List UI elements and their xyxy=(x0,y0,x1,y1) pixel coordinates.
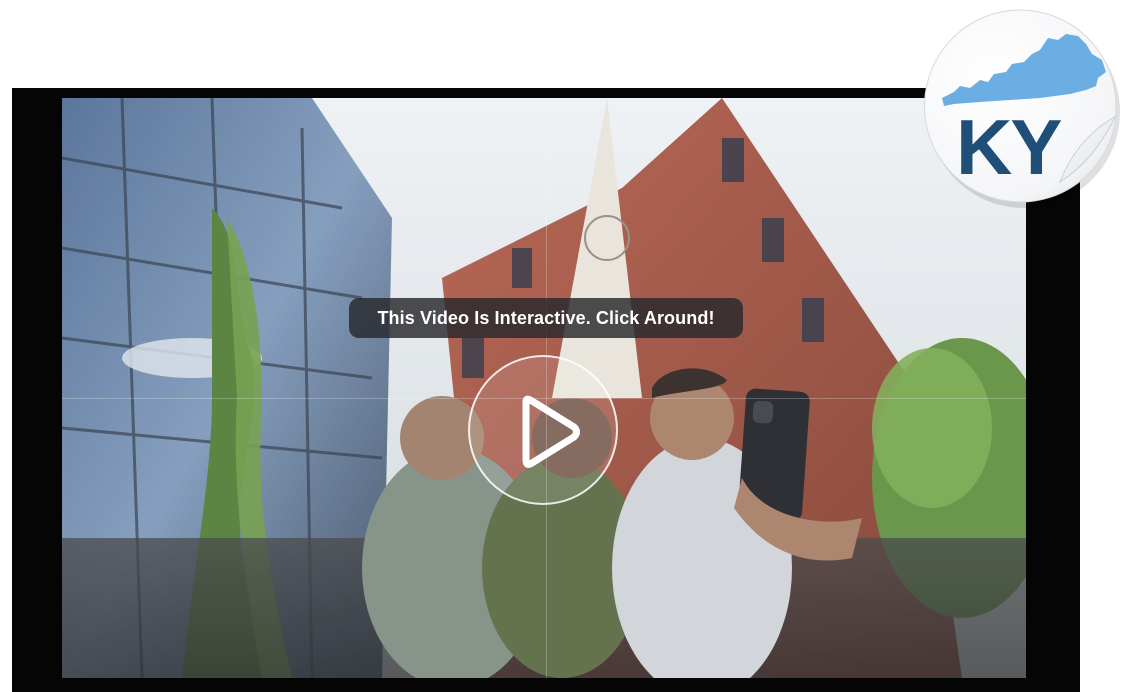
interactive-video-caption: This Video Is Interactive. Click Around! xyxy=(377,307,715,328)
interactive-video-banner: This Video Is Interactive. Click Around! xyxy=(349,298,743,338)
play-button[interactable] xyxy=(468,355,618,505)
ky-badge-text: KY xyxy=(956,103,1061,191)
kentucky-badge[interactable]: KY xyxy=(920,6,1122,208)
play-icon xyxy=(522,395,580,468)
page: This Video Is Interactive. Click Around! xyxy=(0,0,1145,692)
video-scene[interactable]: This Video Is Interactive. Click Around! xyxy=(62,98,1026,678)
